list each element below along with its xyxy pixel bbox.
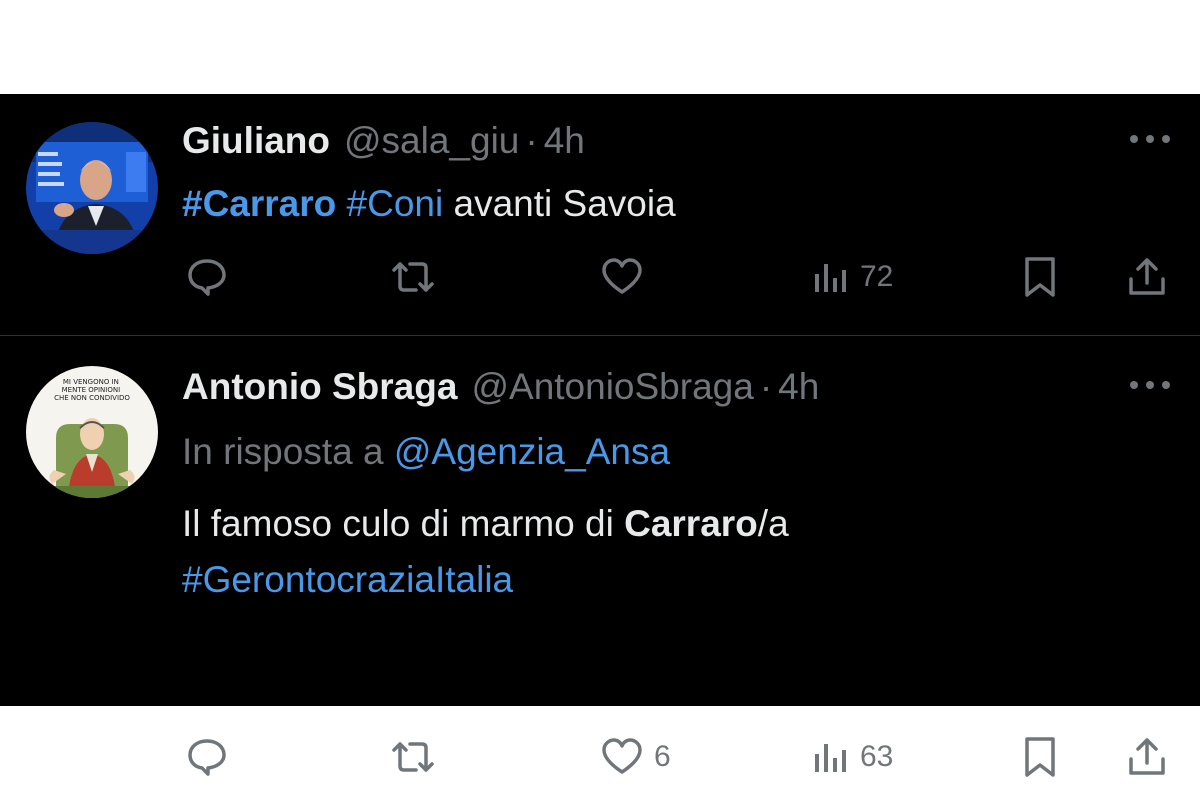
tweet-text: #Carraro #Coni avanti Savoia — [182, 176, 676, 232]
author-handle[interactable]: @sala_giu — [344, 116, 519, 166]
text-space — [336, 183, 346, 224]
hashtag-link[interactable]: #Carraro — [182, 183, 336, 224]
bookmark-button[interactable] — [1022, 732, 1058, 782]
views-button[interactable]: 72 — [812, 252, 893, 302]
tweet-text-plain: /a — [757, 503, 789, 544]
bookmark-icon — [1025, 737, 1055, 777]
more-options-icon[interactable] — [1130, 378, 1170, 392]
tweet[interactable]: Giuliano @sala_giu · 4h #Carraro #Coni a… — [0, 94, 1200, 335]
like-count: 6 — [654, 740, 671, 773]
author-handle[interactable]: @AntonioSbraga — [471, 362, 753, 412]
avatar[interactable] — [26, 122, 158, 254]
reply-button[interactable] — [186, 252, 238, 302]
tweet-text-plain: avanti Savoia — [443, 183, 676, 224]
share-button[interactable] — [1126, 252, 1168, 302]
share-button[interactable] — [1126, 732, 1168, 782]
views-count: 72 — [860, 260, 894, 293]
tweet-header: Giuliano @sala_giu · 4h — [182, 116, 585, 166]
reply-button[interactable] — [186, 732, 238, 782]
views-button[interactable]: 63 — [812, 732, 893, 782]
tweet-timeline: Giuliano @sala_giu · 4h #Carraro #Coni a… — [0, 94, 1200, 777]
hashtag-link[interactable]: #GerontocraziaItalia — [182, 559, 513, 600]
more-options-icon[interactable] — [1130, 132, 1170, 146]
tweet[interactable]: MI VENGONO IN MENTE OPINIONI CHE NON CON… — [0, 336, 1200, 777]
retweet-icon — [392, 742, 434, 772]
tweet-text-line2: #GerontocraziaItalia — [182, 552, 513, 608]
reply-to-label: In risposta a — [182, 431, 394, 472]
share-icon — [1129, 258, 1165, 295]
retweet-button[interactable] — [388, 252, 448, 302]
separator: · — [759, 366, 773, 407]
tweet-text-plain: Il famoso culo di marmo di — [182, 503, 625, 544]
views-icon — [815, 264, 846, 292]
mention-link[interactable]: @Agenzia_Ansa — [394, 431, 670, 472]
tweet-actions: 6 63 — [0, 732, 1200, 782]
like-button[interactable]: 6 — [600, 732, 671, 782]
bookmark-button[interactable] — [1022, 252, 1058, 302]
avatar-caption: MI VENGONO IN MENTE OPINIONI CHE NON CON… — [54, 378, 130, 402]
tweet-header: Antonio Sbraga @AntonioSbraga · 4h — [182, 362, 819, 412]
hashtag-link[interactable]: #Coni — [347, 183, 444, 224]
timestamp[interactable]: 4h — [544, 116, 585, 166]
share-icon — [1129, 738, 1165, 775]
reply-context: In risposta a @Agenzia_Ansa — [182, 424, 670, 480]
author-name[interactable]: Giuliano — [182, 116, 330, 166]
timestamp[interactable]: 4h — [778, 362, 819, 412]
reply-icon — [188, 259, 226, 296]
avatar[interactable]: MI VENGONO IN MENTE OPINIONI CHE NON CON… — [26, 366, 158, 498]
heart-icon — [602, 738, 642, 774]
views-count: 63 — [860, 740, 894, 773]
views-icon — [815, 744, 846, 772]
heart-icon — [602, 258, 642, 294]
tweet-actions: 72 — [0, 252, 1200, 302]
bookmark-icon — [1025, 257, 1055, 297]
retweet-icon — [392, 262, 434, 292]
author-name[interactable]: Antonio Sbraga — [182, 362, 457, 412]
tweet-text: Il famoso culo di marmo di Carraro/a — [182, 496, 789, 552]
tweet-text-bold: Carraro — [624, 503, 758, 544]
separator: · — [525, 120, 538, 161]
reply-icon — [188, 739, 226, 776]
like-button[interactable] — [600, 252, 654, 302]
retweet-button[interactable] — [388, 732, 448, 782]
